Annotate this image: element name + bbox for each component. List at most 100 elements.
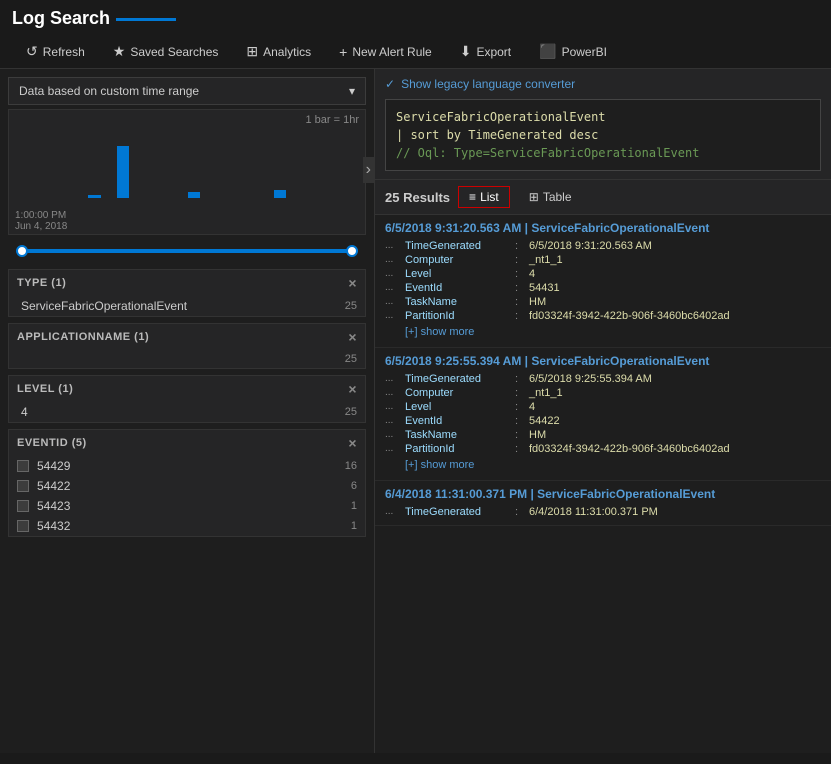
filter-eventid-item-0[interactable]: 54429 16 [9, 456, 365, 476]
field-value-0-5: fd03324f-3942-422b-906f-3460bc6402ad [529, 310, 730, 322]
filter-eventid-name-1: 54422 [37, 479, 343, 493]
field-name-2-0: TimeGenerated [405, 506, 515, 518]
filter-eventid-item-1[interactable]: 54422 6 [9, 476, 365, 496]
saved-searches-button[interactable]: ★ Saved Searches [99, 35, 233, 68]
filter-appname-item-0[interactable]: 25 [9, 350, 365, 368]
result-header-0[interactable]: 6/5/2018 9:31:20.563 AM | ServiceFabricO… [385, 221, 821, 235]
export-icon: ⬇ [460, 43, 472, 60]
analytics-button[interactable]: ⊞ Analytics [232, 35, 325, 68]
filter-eventid-name-0: 54429 [37, 459, 337, 473]
collapse-panel-button[interactable]: › [363, 157, 374, 183]
filter-eventid-header: EVENTID (5) × [9, 430, 365, 456]
saved-searches-icon: ★ [113, 43, 126, 60]
toolbar: ↺ Refresh ★ Saved Searches ⊞ Analytics +… [12, 35, 819, 68]
field-value-1-4: HM [529, 429, 546, 441]
filter-eventid-close[interactable]: × [348, 435, 357, 451]
field-expander-1-2[interactable]: ... [385, 401, 405, 412]
powerbi-button[interactable]: ⬛ PowerBI [525, 35, 621, 68]
saved-searches-label: Saved Searches [130, 45, 218, 59]
field-name-1-1: Computer [405, 387, 515, 399]
field-expander-1-3[interactable]: ... [385, 415, 405, 426]
field-expander-0-5[interactable]: ... [385, 310, 405, 321]
chart-scale-label: 1 bar = 1hr [15, 114, 359, 126]
show-more-1[interactable]: [+] show more [385, 456, 494, 474]
show-legacy-label: Show legacy language converter [401, 77, 575, 91]
header: Log Search ↺ Refresh ★ Saved Searches ⊞ … [0, 0, 831, 69]
refresh-button[interactable]: ↺ Refresh [12, 35, 99, 68]
field-expander-1-0[interactable]: ... [385, 373, 405, 384]
filter-eventid-label: EVENTID (5) [17, 437, 87, 449]
time-range-chevron: ▾ [349, 84, 355, 98]
field-expander-0-2[interactable]: ... [385, 268, 405, 279]
new-alert-button[interactable]: + New Alert Rule [325, 36, 446, 68]
filter-eventid-item-3[interactable]: 54432 1 [9, 516, 365, 536]
field-expander-2-0[interactable]: ... [385, 506, 405, 517]
filter-type-item-count: 25 [345, 300, 357, 312]
time-range-label: Data based on custom time range [19, 84, 199, 98]
filter-type: TYPE (1) × ServiceFabricOperationalEvent… [8, 269, 366, 317]
field-name-1-2: Level [405, 401, 515, 413]
show-legacy-converter[interactable]: ✓ Show legacy language converter [385, 77, 821, 91]
field-expander-0-3[interactable]: ... [385, 282, 405, 293]
title-underline [116, 18, 176, 21]
filter-eventid-check-0[interactable] [17, 460, 29, 472]
filter-level-item-0[interactable]: 4 25 [9, 402, 365, 422]
field-expander-1-1[interactable]: ... [385, 387, 405, 398]
chart-xaxis: 1:00:00 PM Jun 4, 2018 [15, 210, 359, 232]
view-list-button[interactable]: ≡ List [458, 186, 510, 208]
filter-eventid-count-1: 6 [351, 480, 357, 492]
filter-level-item-name: 4 [21, 405, 28, 419]
slider-thumb-right[interactable] [346, 245, 358, 257]
field-expander-0-1[interactable]: ... [385, 254, 405, 265]
field-expander-0-4[interactable]: ... [385, 296, 405, 307]
filter-type-item-0[interactable]: ServiceFabricOperationalEvent 25 [9, 296, 365, 316]
filter-level-close[interactable]: × [348, 381, 357, 397]
filter-eventid-check-3[interactable] [17, 520, 29, 532]
result-field-1-0: ... TimeGenerated : 6/5/2018 9:25:55.394… [385, 372, 821, 386]
filter-type-close[interactable]: × [348, 275, 357, 291]
field-expander-1-5[interactable]: ... [385, 443, 405, 454]
filter-appname-header: APPLICATIONNAME (1) × [9, 324, 365, 350]
view-table-button[interactable]: ⊞ Table [518, 186, 583, 208]
result-entry-2: 6/4/2018 11:31:00.371 PM | ServiceFabric… [375, 481, 831, 526]
slider-fill [16, 249, 358, 253]
time-slider[interactable] [8, 239, 366, 263]
filter-type-item-name: ServiceFabricOperationalEvent [21, 299, 187, 313]
slider-track [16, 249, 358, 253]
filter-appname-label: APPLICATIONNAME (1) [17, 331, 149, 343]
filter-eventid-count-3: 1 [351, 520, 357, 532]
view-list-label: List [480, 190, 499, 204]
filter-eventid-check-1[interactable] [17, 480, 29, 492]
title-text: Log Search [12, 8, 110, 29]
analytics-icon: ⊞ [246, 43, 258, 60]
slider-thumb-left[interactable] [16, 245, 28, 257]
result-header-1[interactable]: 6/5/2018 9:25:55.394 AM | ServiceFabricO… [385, 354, 821, 368]
field-value-0-2: 4 [529, 268, 535, 280]
result-field-1-1: ... Computer : _nt1_1 [385, 386, 821, 400]
query-editor[interactable]: ServiceFabricOperationalEvent | sort by … [385, 99, 821, 171]
filter-eventid-name-3: 54432 [37, 519, 343, 533]
result-header-2[interactable]: 6/4/2018 11:31:00.371 PM | ServiceFabric… [385, 487, 821, 501]
field-name-0-0: TimeGenerated [405, 240, 515, 252]
result-entry-1: 6/5/2018 9:25:55.394 AM | ServiceFabricO… [375, 348, 831, 481]
app-title: Log Search [12, 8, 819, 29]
field-name-1-5: PartitionId [405, 443, 515, 455]
field-name-0-5: PartitionId [405, 310, 515, 322]
filter-eventid-check-2[interactable] [17, 500, 29, 512]
result-field-1-3: ... EventId : 54422 [385, 414, 821, 428]
view-table-label: Table [543, 190, 572, 204]
result-field-0-4: ... TaskName : HM [385, 295, 821, 309]
powerbi-icon: ⬛ [539, 43, 556, 60]
export-button[interactable]: ⬇ Export [446, 35, 525, 68]
time-range-selector[interactable]: Data based on custom time range ▾ [8, 77, 366, 105]
filter-eventid-item-2[interactable]: 54423 1 [9, 496, 365, 516]
filter-appname-close[interactable]: × [348, 329, 357, 345]
field-expander-0-0[interactable]: ... [385, 240, 405, 251]
show-more-0[interactable]: [+] show more [385, 323, 494, 341]
query-section: ✓ Show legacy language converter Service… [375, 69, 831, 180]
field-name-0-2: Level [405, 268, 515, 280]
result-field-0-2: ... Level : 4 [385, 267, 821, 281]
filter-applicationname: APPLICATIONNAME (1) × 25 [8, 323, 366, 369]
field-expander-1-4[interactable]: ... [385, 429, 405, 440]
result-field-1-5: ... PartitionId : fd03324f-3942-422b-906… [385, 442, 821, 456]
